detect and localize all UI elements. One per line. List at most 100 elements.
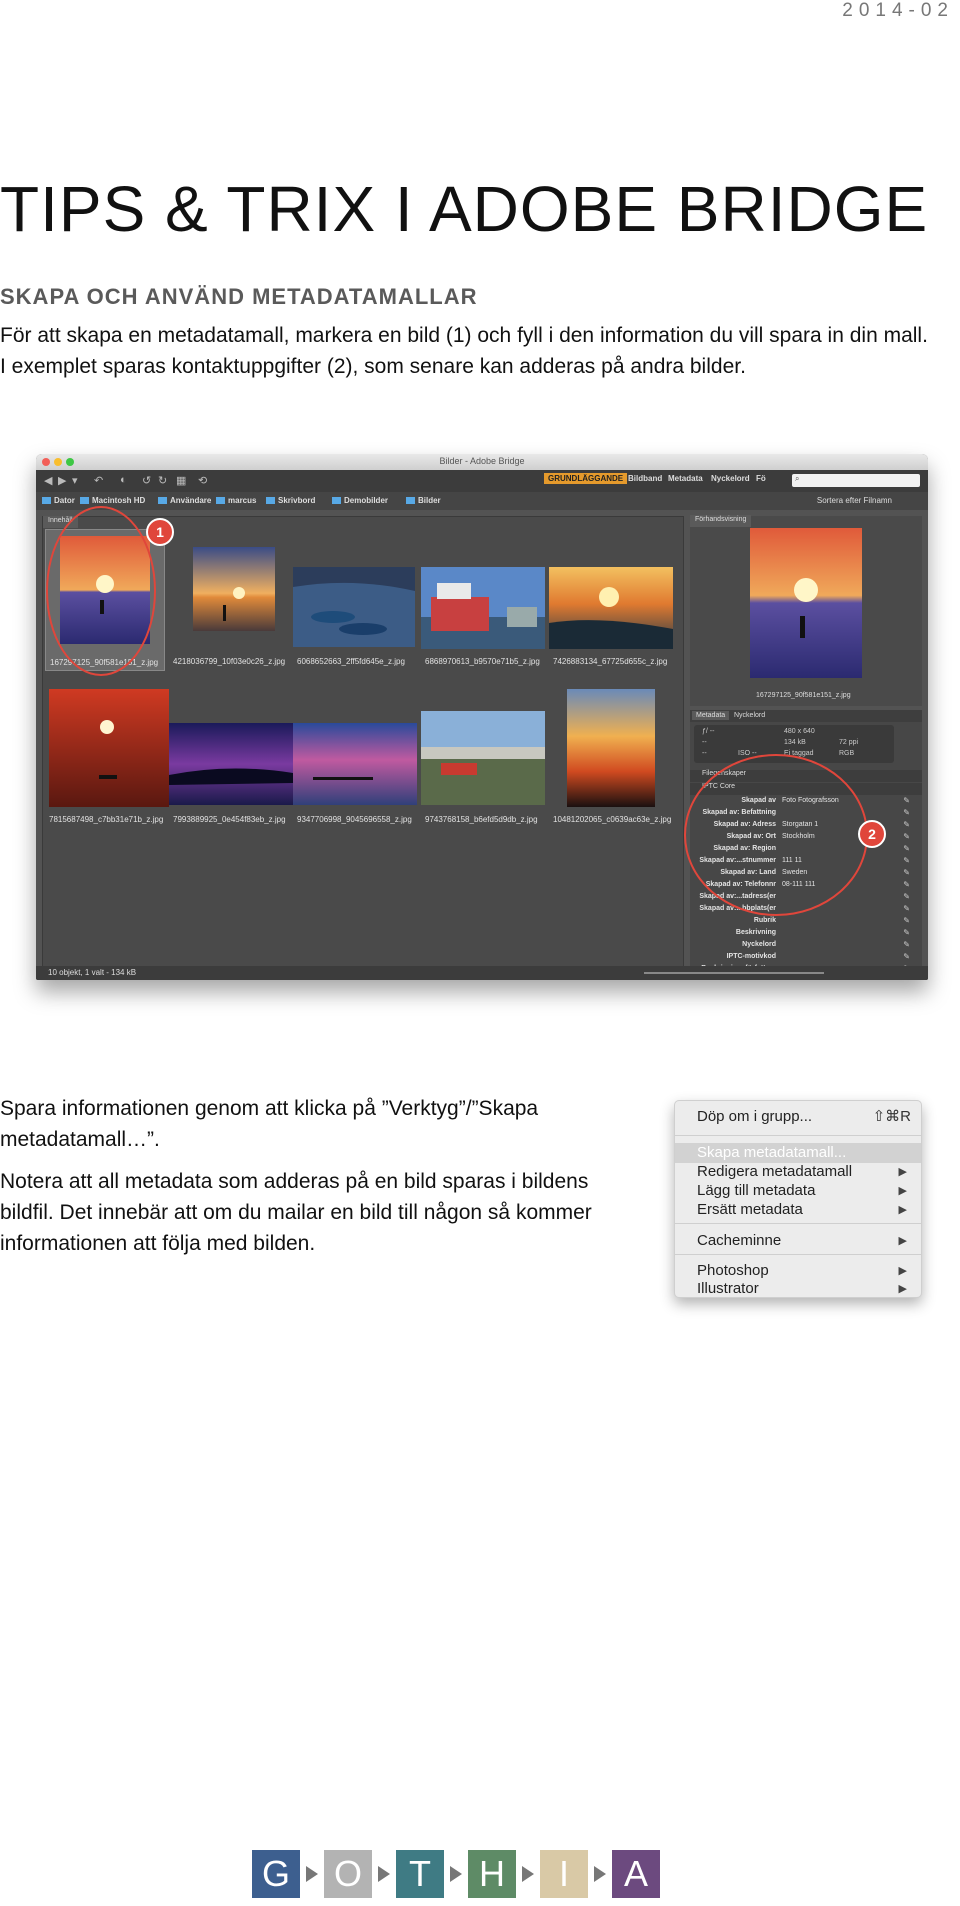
tab-forhandsvisning[interactable]: Förhandsvisning <box>690 515 752 527</box>
workspace-nyckelord[interactable]: Nyckelord <box>711 474 750 483</box>
crumb-anvandare[interactable]: Användare <box>158 496 211 505</box>
pencil-icon: ✎ <box>903 868 910 877</box>
logo-letter-o: O <box>324 1850 372 1898</box>
rotate-left-icon[interactable]: ↺ <box>142 474 151 487</box>
crumb-label: Dator <box>54 496 75 505</box>
camera-value: -- <box>702 739 707 746</box>
metadata-field-row[interactable]: Nyckelord ✎ <box>690 940 922 952</box>
thumbnail-image <box>421 711 545 805</box>
crumb-label: Användare <box>170 496 212 505</box>
thumbnail[interactable]: 4218036799_10f03e0c26_z.jpg <box>169 529 289 671</box>
menu-item-label: Skapa metadatamall... <box>697 1144 847 1161</box>
open-recent-icon[interactable]: ⟲ <box>198 474 207 487</box>
camera-value: -- <box>702 750 707 757</box>
menu-item-illustrator[interactable]: Illustrator ▶ <box>675 1279 921 1299</box>
crumb-bilder[interactable]: Bilder <box>406 496 441 505</box>
refine-icon[interactable]: ▦ <box>176 474 186 487</box>
back-arrow-icon[interactable]: ◀ <box>44 474 52 487</box>
folder-icon <box>158 497 167 504</box>
forward-arrow-icon[interactable]: ▶ <box>58 474 66 487</box>
filesize-value: 134 kB <box>784 739 806 746</box>
camera-icon[interactable]: ◐ <box>120 474 127 486</box>
tab-nyckelord[interactable]: Nyckelord <box>730 711 769 720</box>
thumbnail[interactable]: 7815687498_c7bb31e71b_z.jpg <box>45 687 169 829</box>
rotate-right-icon[interactable]: ↻ <box>158 474 167 487</box>
crumb-macintosh-hd[interactable]: Macintosh HD <box>80 496 145 505</box>
thumbnail[interactable]: 10481202065_c0639ac63e_z.jpg <box>549 687 679 829</box>
thumbnail[interactable]: 9743768158_b6efd5d9db_z.jpg <box>421 687 545 829</box>
bridge-toolbar: ◀ ▶ ▾ ↶ ◐ ↺ ↻ ▦ ⟲ GRUNDLÄGGANDE Bildband… <box>36 470 928 492</box>
thumbnail-filename: 7993889925_0e454f83eb_z.jpg <box>173 815 286 824</box>
workspace-bildband[interactable]: Bildband <box>628 474 662 483</box>
crumb-label: Macintosh HD <box>92 496 146 505</box>
folder-icon <box>216 497 225 504</box>
menu-item-dop-om-i-grupp[interactable]: Döp om i grupp... ⇧⌘R <box>675 1107 921 1127</box>
thumbnail-image <box>421 567 545 649</box>
menu-item-redigera-metadatamall[interactable]: Redigera metadatamall ▶ <box>675 1162 921 1182</box>
crumb-demobilder[interactable]: Demobilder <box>332 496 388 505</box>
thumbnail-image <box>567 689 655 807</box>
thumbnail[interactable]: 7993889925_0e454f83eb_z.jpg <box>169 687 293 829</box>
thumbnail[interactable]: 9347706998_9045696558_z.jpg <box>293 687 417 829</box>
metadata-field-row[interactable]: Beskrivning ✎ <box>690 928 922 940</box>
folder-icon <box>42 497 51 504</box>
tools-menu: Döp om i grupp... ⇧⌘R Skapa metadatamall… <box>674 1100 922 1298</box>
boomerang-icon[interactable]: ↶ <box>94 474 103 487</box>
thumbnail-filename: 7426883134_67725d655c_z.jpg <box>553 657 668 666</box>
chevron-down-icon[interactable]: ▾ <box>72 474 78 487</box>
sort-dropdown[interactable]: Sortera efter Filnamn <box>817 496 892 505</box>
menu-divider <box>675 1254 921 1255</box>
menu-item-ersatt-metadata[interactable]: Ersätt metadata ▶ <box>675 1200 921 1220</box>
logo-arrow <box>450 1866 462 1882</box>
ppi-value: 72 ppi <box>839 739 859 746</box>
crumb-skrivbord[interactable]: Skrivbord <box>266 496 315 505</box>
body-paragraph-1: Spara informationen genom att klicka på … <box>0 1093 538 1155</box>
crumb-label: Skrivbord <box>278 496 316 505</box>
thumbnail-image <box>293 567 415 647</box>
logo-letter-g: G <box>252 1850 300 1898</box>
thumbnail-filename: 10481202065_c0639ac63e_z.jpg <box>553 815 672 824</box>
thumbnail-image <box>193 547 275 631</box>
thumbnail[interactable]: 6068652663_2ff5fd645e_z.jpg <box>293 529 417 671</box>
submenu-arrow-icon: ▶ <box>898 1204 907 1216</box>
logo-letter-a: A <box>612 1850 660 1898</box>
aperture-value: ƒ/ -- <box>702 728 715 735</box>
workspace-metadata[interactable]: Metadata <box>668 474 703 483</box>
pencil-icon: ✎ <box>903 940 910 949</box>
menu-item-lagg-till-metadata[interactable]: Lägg till metadata ▶ <box>675 1181 921 1201</box>
metadata-field-row[interactable]: Rubrik ✎ <box>690 916 922 928</box>
logo-arrow <box>378 1866 390 1882</box>
pencil-icon: ✎ <box>903 916 910 925</box>
thumbnail-image <box>549 567 673 649</box>
thumbnail-image <box>49 689 169 807</box>
tab-metadata[interactable]: Metadata <box>692 711 730 720</box>
search-icon: ⌕ <box>795 474 800 483</box>
pencil-icon: ✎ <box>903 892 910 901</box>
workspace-grundlaggande[interactable]: GRUNDLÄGGANDE <box>544 473 628 484</box>
thumbnail-size-slider[interactable] <box>644 972 824 974</box>
thumbnail[interactable]: 7426883134_67725d655c_z.jpg <box>549 529 679 671</box>
thumbnail-filename: 4218036799_10f03e0c26_z.jpg <box>173 657 286 666</box>
folder-icon <box>80 497 89 504</box>
pencil-icon: ✎ <box>903 808 910 817</box>
menu-item-photoshop[interactable]: Photoshop ▶ <box>675 1261 921 1281</box>
crumb-marcus[interactable]: marcus <box>216 496 256 505</box>
workspace-more[interactable]: Fö <box>756 474 766 483</box>
logo-letter-i: I <box>540 1850 588 1898</box>
folder-icon <box>266 497 275 504</box>
pencil-icon: ✎ <box>903 832 910 841</box>
intro-text: För att skapa en metadatamall, markera e… <box>0 320 960 382</box>
crumb-label: Demobilder <box>344 496 389 505</box>
date-label: 2014-02 <box>842 0 954 21</box>
menu-item-skapa-metadatamall[interactable]: Skapa metadatamall... <box>675 1143 921 1163</box>
thumbnail-filename: 6068652663_2ff5fd645e_z.jpg <box>297 657 405 666</box>
thumbnail[interactable]: 6868970613_b9570e71b5_z.jpg <box>421 529 545 671</box>
thumbnail-filename: 9743768158_b6efd5d9db_z.jpg <box>425 815 538 824</box>
pencil-icon: ✎ <box>903 904 910 913</box>
menu-item-cacheminne[interactable]: Cacheminne ▶ <box>675 1231 921 1251</box>
crumb-dator[interactable]: Dator <box>42 496 75 505</box>
metadata-field-row[interactable]: IPTC-motivkod ✎ <box>690 952 922 964</box>
logo-arrow <box>306 1866 318 1882</box>
search-input[interactable]: ⌕ <box>792 474 920 487</box>
menu-divider <box>675 1223 921 1224</box>
